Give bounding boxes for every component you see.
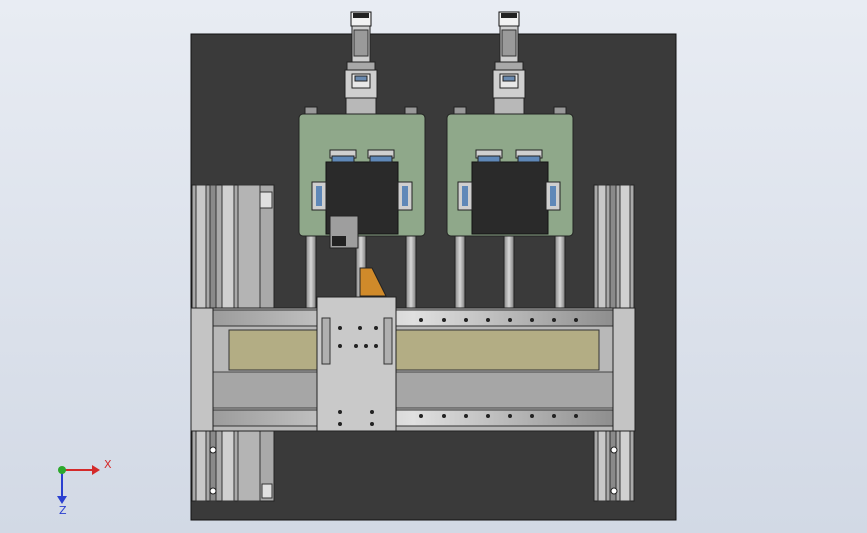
y-axis-dot [58, 466, 66, 474]
green-plate-right[interactable] [446, 113, 574, 237]
linear-module[interactable] [190, 307, 636, 432]
x-axis-label: X [104, 458, 112, 471]
z-axis-label: Z [59, 504, 67, 517]
coordinate-triad: X Z [57, 458, 112, 517]
carriage[interactable] [316, 296, 397, 432]
cad-viewport[interactable]: X Z [0, 0, 867, 533]
